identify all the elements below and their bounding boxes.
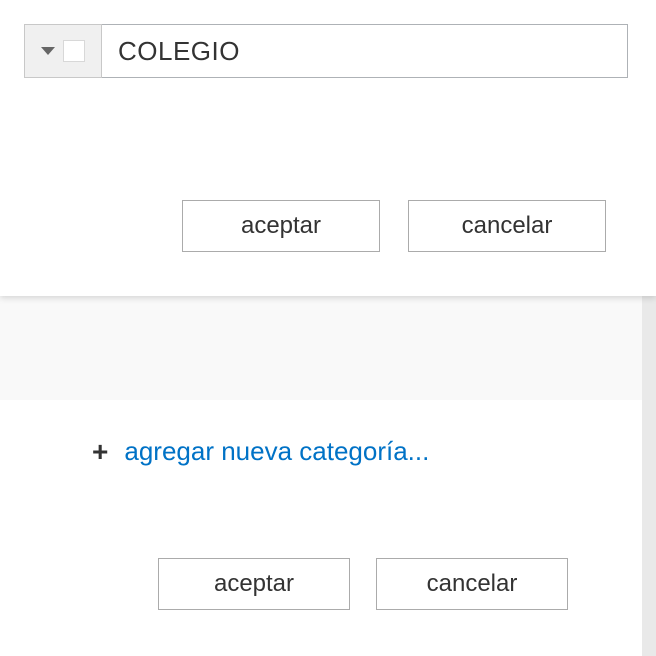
background-strip <box>0 296 656 400</box>
chevron-down-icon <box>41 47 55 55</box>
bottom-buttons-row: aceptar cancelar <box>158 558 568 610</box>
category-color-picker[interactable] <box>24 24 102 78</box>
add-category-label: agregar nueva categoría... <box>124 436 429 467</box>
category-edit-panel: aceptar cancelar <box>0 0 656 296</box>
add-category-link[interactable]: + agregar nueva categoría... <box>92 436 429 467</box>
cancel-button[interactable]: cancelar <box>408 200 606 252</box>
category-name-input[interactable] <box>102 24 628 78</box>
color-swatch <box>63 40 85 62</box>
accept-button[interactable]: aceptar <box>158 558 350 610</box>
categories-panel: + agregar nueva categoría... aceptar can… <box>0 400 656 656</box>
cancel-button[interactable]: cancelar <box>376 558 568 610</box>
accept-button[interactable]: aceptar <box>182 200 380 252</box>
category-input-row <box>24 24 628 78</box>
plus-icon: + <box>92 438 108 466</box>
top-buttons-row: aceptar cancelar <box>182 200 606 252</box>
